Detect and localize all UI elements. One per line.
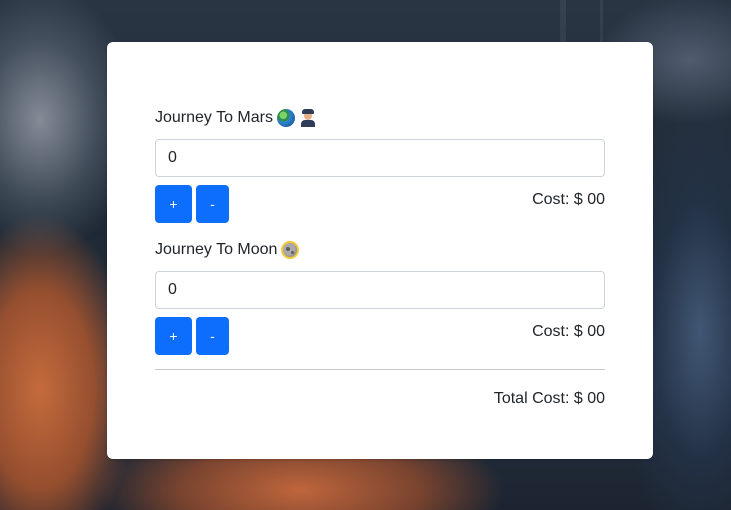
journey-moon-cost: Cost: $ 00 [532, 323, 605, 340]
journey-moon-quantity-input[interactable]: 0 [155, 271, 605, 309]
journey-moon-title: Journey To Moon [155, 241, 278, 258]
journey-mars-cost: Cost: $ 00 [532, 191, 605, 208]
booking-card: Journey To Mars 0 + - Cost: $ 00 Journey… [107, 42, 653, 459]
journey-mars-increment-button[interactable]: + [155, 185, 192, 223]
earth-globe-icon [276, 109, 295, 127]
total-cost: Total Cost: $ 00 [493, 390, 605, 407]
journey-moon-section: Journey To Moon 0 + - Cost: $ 00 [155, 239, 605, 355]
journey-moon-increment-button[interactable]: + [155, 317, 192, 355]
pilot-icon [299, 109, 317, 127]
divider [155, 369, 605, 370]
journey-mars-decrement-button[interactable]: - [196, 185, 229, 223]
journey-moon-label: Journey To Moon [155, 239, 605, 261]
journey-moon-decrement-button[interactable]: - [196, 317, 229, 355]
journey-mars-quantity-input[interactable]: 0 [155, 139, 605, 177]
journey-mars-section: Journey To Mars 0 + - Cost: $ 00 [155, 107, 605, 223]
journey-mars-label: Journey To Mars [155, 107, 605, 129]
journey-mars-title: Journey To Mars [155, 109, 273, 126]
moon-icon [281, 241, 300, 259]
